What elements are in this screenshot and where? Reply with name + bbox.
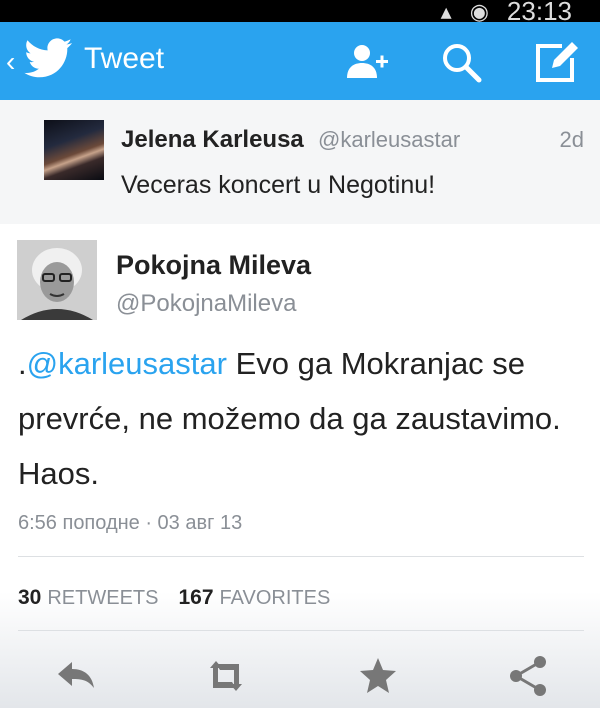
retweets-count[interactable]: 30 <box>18 586 41 610</box>
avatar[interactable] <box>44 120 104 180</box>
divider <box>18 630 584 631</box>
share-icon[interactable] <box>504 652 552 700</box>
back-chevron-icon[interactable]: ‹ <box>6 46 15 78</box>
tweet-text: .@karleusastar Evo ga Mokranjac se prevr… <box>18 336 588 501</box>
signal-icon: ▴ <box>440 0 452 24</box>
tweet-timestamp: 6:56 поподне · 03 авг 13 <box>18 512 243 534</box>
avatar[interactable] <box>17 240 97 320</box>
add-user-icon[interactable] <box>342 38 390 86</box>
search-icon[interactable] <box>437 38 485 86</box>
app-bar-title: Tweet <box>84 42 165 75</box>
retweet-icon[interactable] <box>202 652 250 700</box>
tweet-detail: Pokojna Mileva @PokojnaMileva .@karleusa… <box>0 224 600 708</box>
retweets-label[interactable]: RETWEETS <box>47 587 158 610</box>
author-name: Jelena Karleusa <box>121 126 304 153</box>
tweet-text-prefix: . <box>18 346 27 381</box>
battery-icon: ◉ <box>469 0 489 24</box>
tweet-text: Veceras koncert u Negotinu! <box>121 171 436 199</box>
tweet-actions-bar <box>0 640 600 708</box>
mention-link[interactable]: @karleusastar <box>27 346 227 381</box>
reply-icon[interactable] <box>52 652 100 700</box>
author-handle: @PokojnaMileva <box>116 290 297 317</box>
author-handle: @karleusastar <box>318 127 461 152</box>
tweet-age: 2d <box>559 127 584 152</box>
app-bar: ‹ Tweet <box>0 22 600 100</box>
tweet-stats: 30 RETWEETS 167 FAVORITES <box>18 586 350 610</box>
author-name: Pokojna Mileva <box>116 250 312 280</box>
compose-icon[interactable] <box>532 38 580 86</box>
favorite-star-icon[interactable] <box>354 652 402 700</box>
status-bar: ▴ ◉ 23:13 <box>0 0 600 26</box>
divider <box>18 556 584 557</box>
twitter-bird-icon[interactable] <box>24 38 74 78</box>
favorites-count[interactable]: 167 <box>178 586 213 610</box>
in-reply-to-tweet[interactable]: Jelena Karleusa @karleusastar 2d Veceras… <box>0 100 600 224</box>
favorites-label[interactable]: FAVORITES <box>220 587 331 610</box>
